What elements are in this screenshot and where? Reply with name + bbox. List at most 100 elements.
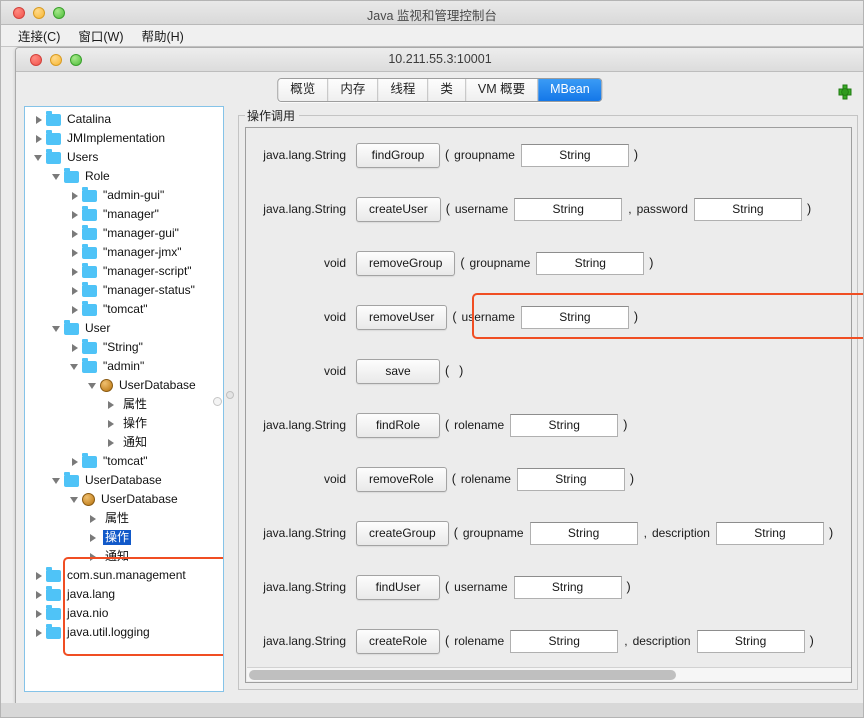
chevron-right-icon[interactable]: [69, 452, 82, 471]
chevron-right-icon[interactable]: [69, 281, 82, 300]
horizontal-scrollbar[interactable]: [247, 667, 852, 681]
tree-node[interactable]: "String": [25, 338, 223, 357]
close-paren: ): [454, 364, 468, 378]
chevron-down-icon[interactable]: [51, 319, 64, 338]
tree-node[interactable]: com.sun.management: [25, 566, 223, 585]
tree-node-label: 属性: [121, 397, 149, 412]
param-input-groupname[interactable]: String: [536, 252, 644, 275]
tab-3[interactable]: 类: [428, 79, 466, 101]
chevron-down-icon[interactable]: [87, 376, 100, 395]
tree-node[interactable]: "manager-gui": [25, 224, 223, 243]
tree-node[interactable]: java.util.logging: [25, 623, 223, 642]
mbean-tree-panel[interactable]: Catalina JMImplementation UsersRole"admin-…: [24, 106, 224, 692]
chevron-down-icon[interactable]: [51, 167, 64, 186]
chevron-right-icon[interactable]: [69, 243, 82, 262]
invoke-createUser-button[interactable]: createUser: [356, 197, 441, 222]
param-input-username[interactable]: String: [514, 198, 622, 221]
tab-5[interactable]: MBean: [538, 79, 602, 101]
horizontal-scrollbar-thumb[interactable]: [249, 670, 676, 680]
invoke-findGroup-button[interactable]: findGroup: [356, 143, 440, 168]
chevron-right-icon[interactable]: [33, 623, 46, 642]
chevron-right-icon[interactable]: [33, 110, 46, 129]
tree-node[interactable]: "tomcat": [25, 300, 223, 319]
param-input-groupname[interactable]: String: [530, 522, 638, 545]
tree-node[interactable]: JMImplementation: [25, 129, 223, 148]
plus-icon[interactable]: [836, 83, 854, 101]
chevron-right-icon[interactable]: [87, 509, 100, 528]
param-input-description[interactable]: String: [716, 522, 824, 545]
chevron-right-icon[interactable]: [105, 414, 118, 433]
param-input-rolename[interactable]: String: [517, 468, 625, 491]
tree-node[interactable]: "manager-status": [25, 281, 223, 300]
panel-splitter[interactable]: [225, 106, 235, 692]
chevron-right-icon[interactable]: [87, 547, 100, 566]
splitter-grip[interactable]: [226, 391, 234, 399]
menu-connection[interactable]: 连接(C): [9, 25, 69, 46]
folder-icon: [46, 608, 61, 620]
tab-0[interactable]: 概览: [278, 79, 328, 101]
tree-node[interactable]: java.nio: [25, 604, 223, 623]
chevron-right-icon[interactable]: [33, 566, 46, 585]
tab-1[interactable]: 内存: [328, 79, 378, 101]
chevron-right-icon[interactable]: [69, 338, 82, 357]
tree-node[interactable]: 属性: [25, 509, 223, 528]
tree-node-label: "manager-gui": [101, 226, 181, 241]
menu-help[interactable]: 帮助(H): [132, 25, 192, 46]
tree-scroll-knob[interactable]: [213, 397, 222, 406]
chevron-right-icon[interactable]: [69, 300, 82, 319]
tab-2[interactable]: 线程: [378, 79, 428, 101]
invoke-removeGroup-button[interactable]: removeGroup: [356, 251, 455, 276]
chevron-down-icon[interactable]: [51, 471, 64, 490]
chevron-down-icon[interactable]: [33, 148, 46, 167]
invoke-findRole-button[interactable]: findRole: [356, 413, 440, 438]
menu-window[interactable]: 窗口(W): [69, 25, 132, 46]
tree-node[interactable]: "manager-script": [25, 262, 223, 281]
invoke-removeUser-button[interactable]: removeUser: [356, 305, 447, 330]
tab-4[interactable]: VM 概要: [466, 79, 538, 101]
chevron-right-icon[interactable]: [87, 528, 100, 547]
chevron-right-icon[interactable]: [33, 129, 46, 148]
tree-node[interactable]: Catalina: [25, 110, 223, 129]
tree-node[interactable]: UserDatabase: [25, 376, 223, 395]
operation-scroll-area[interactable]: java.lang.StringfindGroup(groupnameStrin…: [245, 127, 852, 683]
chevron-right-icon[interactable]: [69, 205, 82, 224]
chevron-down-icon[interactable]: [69, 490, 82, 509]
tree-node[interactable]: 通知: [25, 433, 223, 452]
param-input-rolename[interactable]: String: [510, 630, 618, 653]
chevron-right-icon[interactable]: [69, 186, 82, 205]
tree-node[interactable]: Users: [25, 148, 223, 167]
tree-node[interactable]: 属性: [25, 395, 223, 414]
invoke-removeRole-button[interactable]: removeRole: [356, 467, 447, 492]
tree-node[interactable]: "admin": [25, 357, 223, 376]
tree-node[interactable]: "tomcat": [25, 452, 223, 471]
tree-node[interactable]: "manager": [25, 205, 223, 224]
chevron-down-icon[interactable]: [69, 357, 82, 376]
tree-node[interactable]: 通知: [25, 547, 223, 566]
chevron-right-icon[interactable]: [69, 224, 82, 243]
invoke-findUser-button[interactable]: findUser: [356, 575, 440, 600]
param-input-groupname[interactable]: String: [521, 144, 629, 167]
tree-node-label: JMImplementation: [65, 131, 167, 146]
tree-node[interactable]: "manager-jmx": [25, 243, 223, 262]
invoke-save-button[interactable]: save: [356, 359, 440, 384]
tree-node[interactable]: UserDatabase: [25, 471, 223, 490]
chevron-right-icon[interactable]: [105, 433, 118, 452]
chevron-right-icon[interactable]: [33, 585, 46, 604]
tree-node[interactable]: 操作: [25, 528, 223, 547]
param-input-description[interactable]: String: [697, 630, 805, 653]
chevron-right-icon[interactable]: [33, 604, 46, 623]
tree-node[interactable]: "admin-gui": [25, 186, 223, 205]
param-input-password[interactable]: String: [694, 198, 802, 221]
tree-node[interactable]: User: [25, 319, 223, 338]
invoke-createRole-button[interactable]: createRole: [356, 629, 440, 654]
param-input-username[interactable]: String: [521, 306, 629, 329]
tree-node[interactable]: java.lang: [25, 585, 223, 604]
param-input-username[interactable]: String: [514, 576, 622, 599]
chevron-right-icon[interactable]: [105, 395, 118, 414]
chevron-right-icon[interactable]: [69, 262, 82, 281]
invoke-createGroup-button[interactable]: createGroup: [356, 521, 449, 546]
tree-node[interactable]: 操作: [25, 414, 223, 433]
tree-node[interactable]: Role: [25, 167, 223, 186]
param-input-rolename[interactable]: String: [510, 414, 618, 437]
tree-node[interactable]: UserDatabase: [25, 490, 223, 509]
